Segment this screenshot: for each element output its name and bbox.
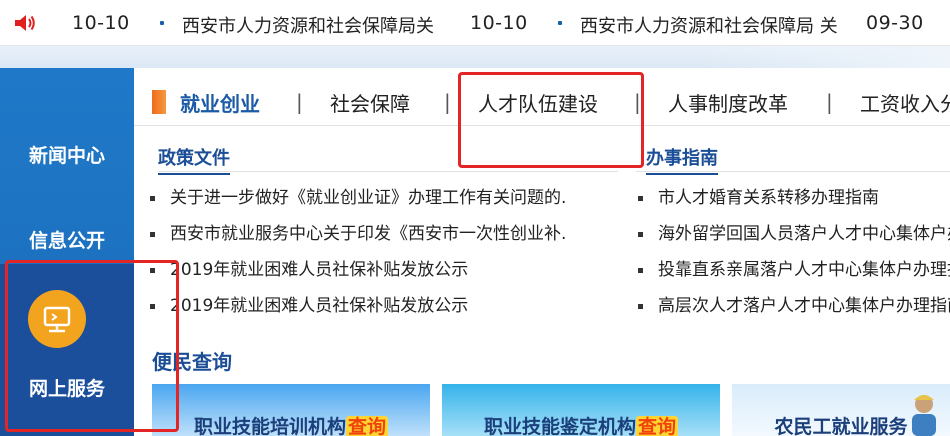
ticker-date: 10-10	[470, 12, 528, 34]
tab-separator: |	[444, 90, 451, 114]
nav-news-center[interactable]: 新闻中心	[0, 141, 134, 168]
bullet	[638, 196, 643, 201]
list-item-text: 高层次人才落户人才中心集体户办理指南	[658, 296, 950, 316]
training-institution-query-card[interactable]: 职业技能培训机构 查询	[152, 384, 430, 436]
list-item[interactable]: 2019年就业困难人员社保补贴发放公示	[148, 288, 618, 324]
list-item-text: 市人才婚育关系转移办理指南	[658, 188, 879, 208]
card-label-text: 职业技能培训机构	[193, 416, 346, 436]
page: 10-10 西安市人力资源和社会保障局关 10-10 西安市人力资源和社会保障局…	[0, 0, 950, 436]
tab-social-security[interactable]: 社会保障	[330, 88, 410, 117]
active-tab-marker	[152, 90, 166, 114]
nav-info-disclosure[interactable]: 信息公开	[0, 226, 134, 253]
list-item[interactable]: 海外留学回国人员落户人才中心集体户办理指南	[636, 216, 950, 252]
ticker-link[interactable]: 西安市人力资源和社会保障局 关	[580, 12, 838, 38]
list-item[interactable]: 西安市就业服务中心关于印发《西安市一次性创业补.	[148, 216, 618, 252]
tab-separator: |	[826, 90, 833, 114]
list-item[interactable]: 投靠直系亲属落户人才中心集体户办理指南	[636, 252, 950, 288]
header-banner-strip	[0, 46, 950, 68]
bullet	[150, 196, 155, 201]
news-ticker: 10-10 西安市人力资源和社会保障局关 10-10 西安市人力资源和社会保障局…	[0, 0, 950, 46]
divider	[636, 171, 950, 172]
card-label: 职业技能鉴定机构 查询	[442, 412, 720, 436]
worker-illustration-icon	[912, 395, 936, 436]
tab-personnel-reform[interactable]: 人事制度改革	[668, 88, 788, 117]
list-item-text: 西安市就业服务中心关于印发《西安市一次性创业补.	[170, 224, 567, 244]
highlight-box-online-service	[5, 260, 179, 432]
tab-wage-income[interactable]: 工资收入分配	[860, 88, 950, 117]
card-label-text: 农民工就业服务	[774, 416, 908, 436]
migrant-worker-service-card[interactable]: 农民工就业服务	[732, 384, 950, 436]
ticker-date: 09-30	[866, 12, 924, 34]
ticker-bullet	[558, 21, 562, 25]
list-item[interactable]: 市人才婚育关系转移办理指南	[636, 180, 950, 216]
ticker-bullet	[160, 21, 164, 25]
list-item[interactable]: 高层次人才落户人才中心集体户办理指南	[636, 288, 950, 324]
policy-list: 关于进一步做好《就业创业证》办理工作有关问题的. 西安市就业服务中心关于印发《西…	[148, 180, 618, 324]
guide-list: 市人才婚育关系转移办理指南 海外留学回国人员落户人才中心集体户办理指南 投靠直系…	[636, 180, 950, 324]
list-item-text: 2019年就业困难人员社保补贴发放公示	[170, 296, 469, 316]
card-label: 职业技能培训机构 查询	[152, 412, 430, 436]
speaker-icon[interactable]	[14, 14, 36, 32]
bullet	[638, 232, 643, 237]
list-item-text: 海外留学回国人员落户人才中心集体户办理指南	[658, 224, 950, 244]
tab-employment[interactable]: 就业创业	[180, 88, 260, 117]
list-item-text: 关于进一步做好《就业创业证》办理工作有关问题的.	[170, 188, 567, 208]
query-highlight: 查询	[636, 416, 679, 436]
list-item[interactable]: 关于进一步做好《就业创业证》办理工作有关问题的.	[148, 180, 618, 216]
appraisal-institution-query-card[interactable]: 职业技能鉴定机构 查询	[442, 384, 720, 436]
highlight-box-talent-tab	[458, 72, 644, 168]
bullet	[638, 268, 643, 273]
list-item-text: 投靠直系亲属落户人才中心集体户办理指南	[658, 260, 950, 280]
ticker-link[interactable]: 西安市人力资源和社会保障局关	[182, 12, 434, 38]
tab-separator: |	[296, 90, 303, 114]
ticker-date: 10-10	[72, 12, 130, 34]
bullet	[638, 304, 643, 309]
list-item[interactable]: 2019年就业困难人员社保补贴发放公示	[148, 252, 618, 288]
bullet	[150, 232, 155, 237]
list-item-text: 2019年就业困难人员社保补贴发放公示	[170, 260, 469, 280]
divider	[158, 171, 618, 172]
card-label-text: 职业技能鉴定机构	[483, 416, 636, 436]
query-highlight: 查询	[346, 416, 389, 436]
